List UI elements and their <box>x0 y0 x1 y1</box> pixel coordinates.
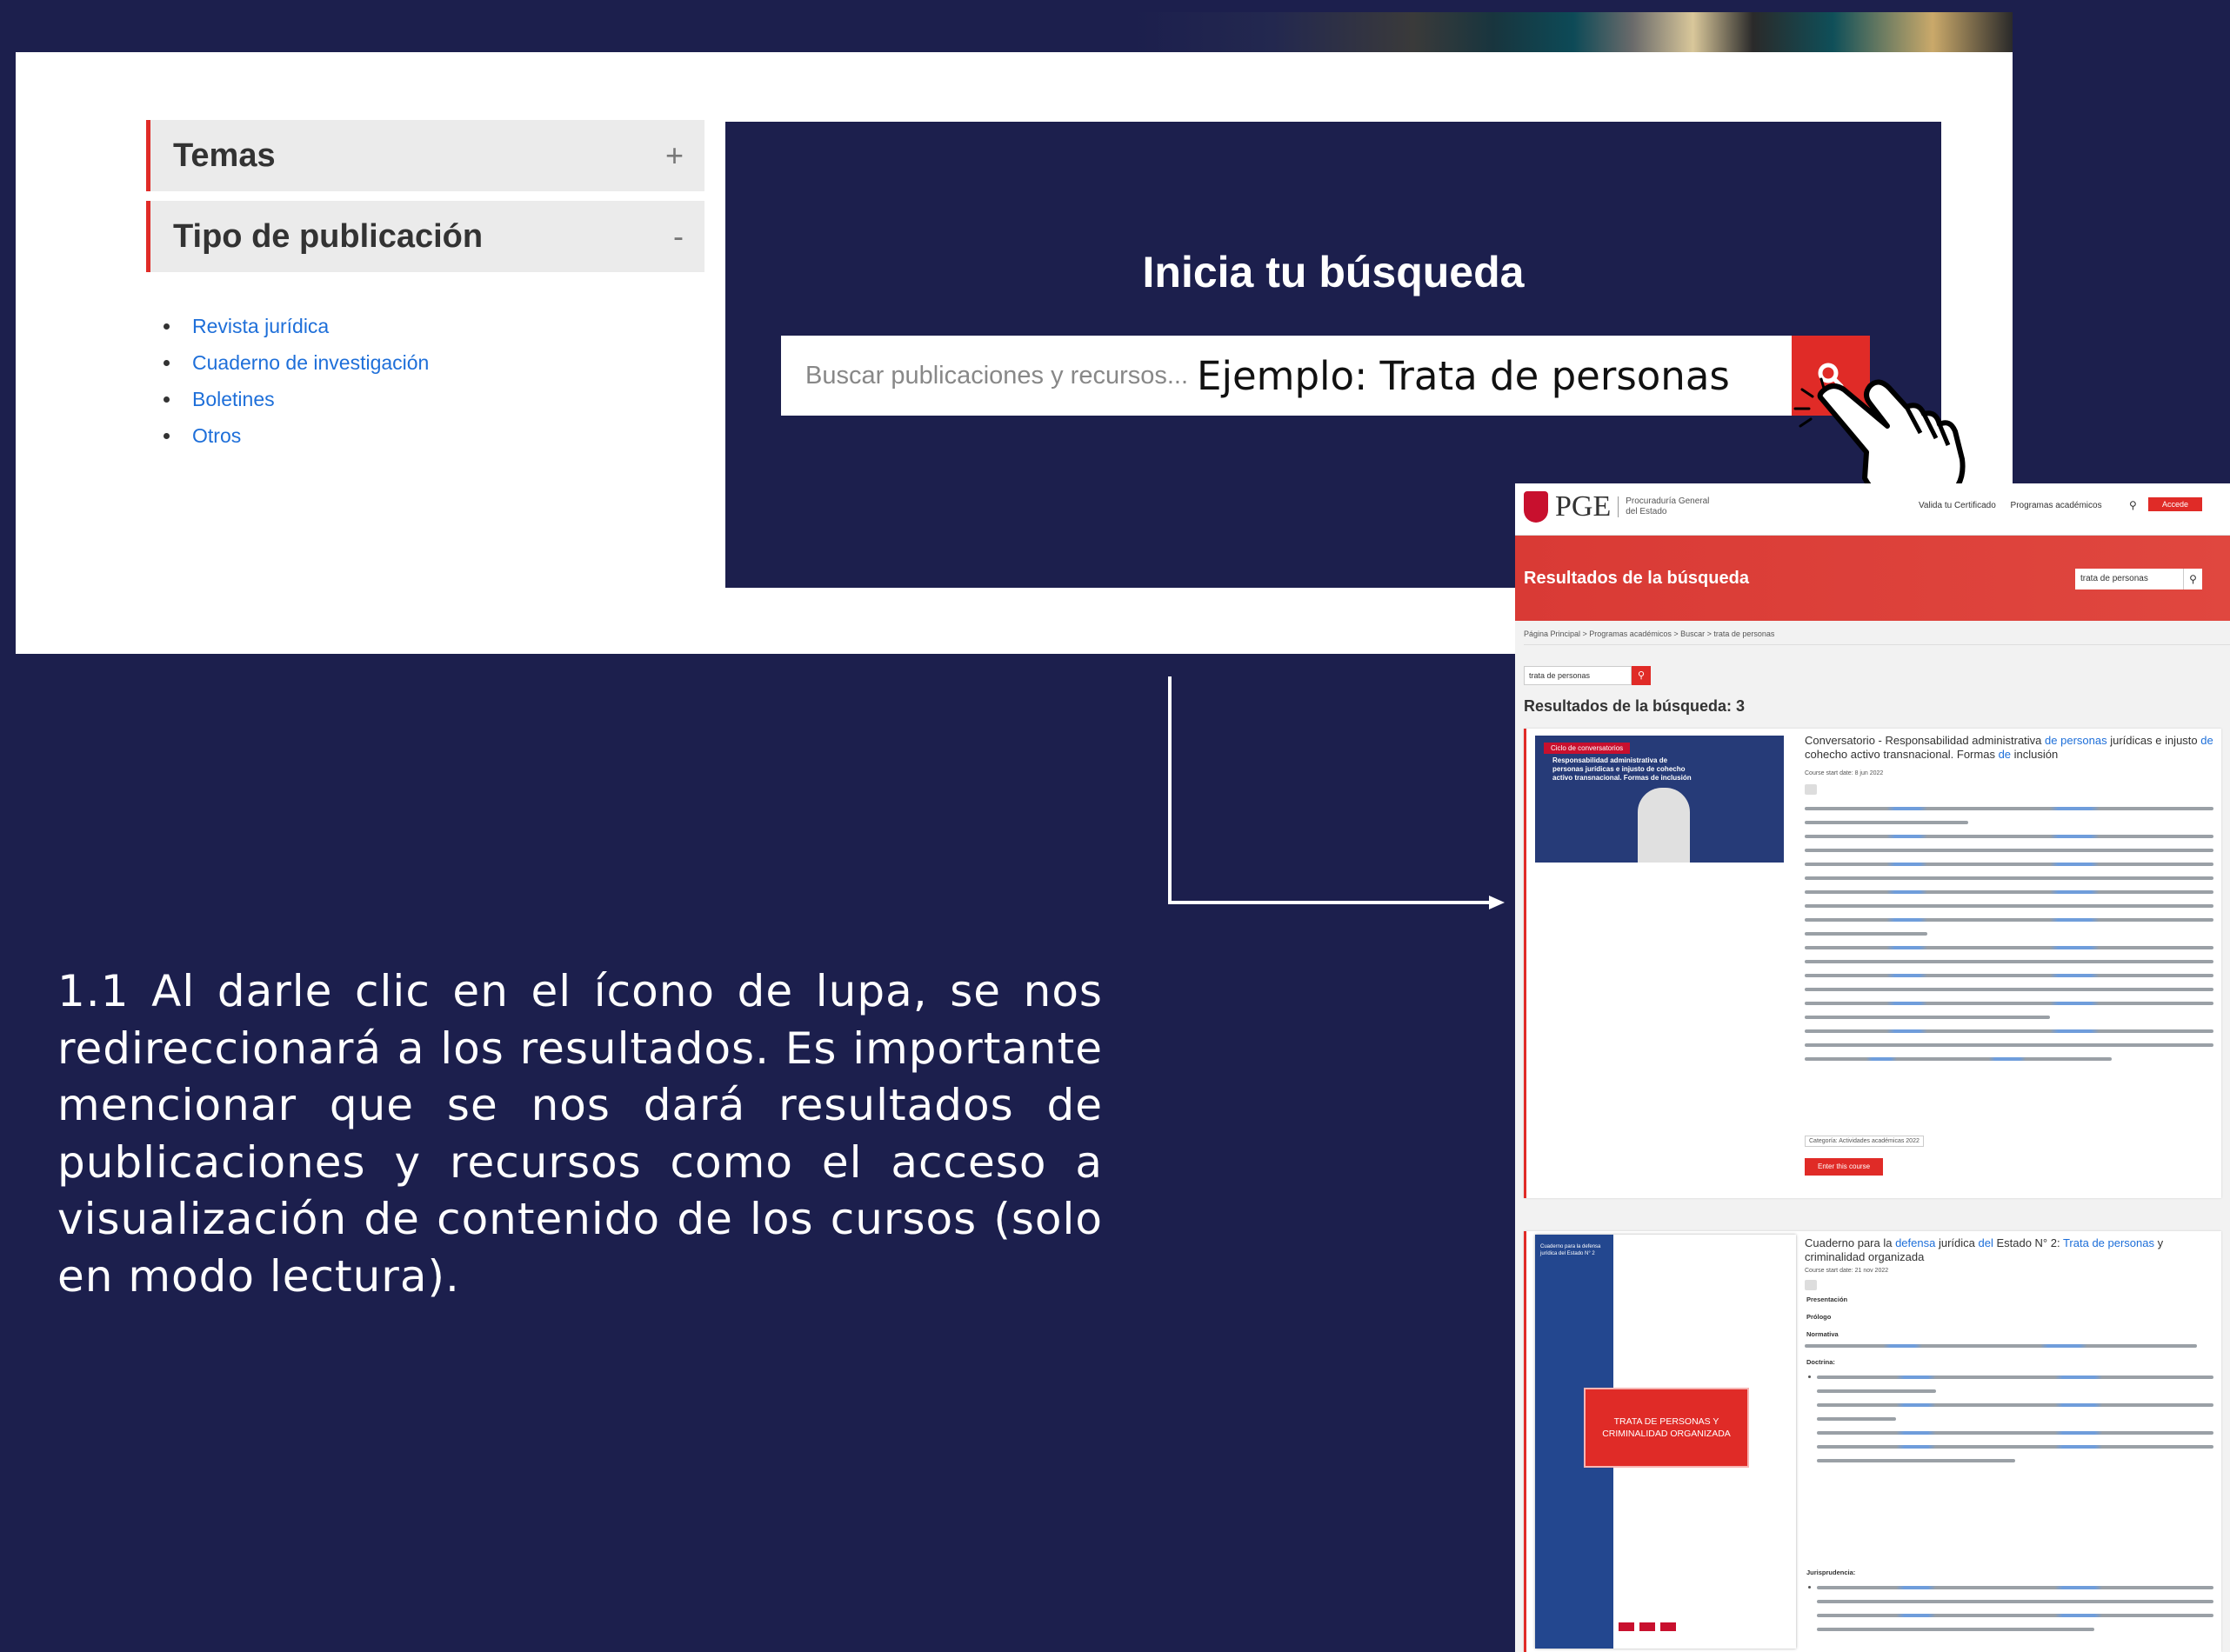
accordion-tipo-label: Tipo de publicación <box>173 217 484 255</box>
book-cover-title: TRATA DE PERSONAS Y CRIMINALIDAD ORGANIZ… <box>1584 1388 1749 1468</box>
banner-search-button[interactable]: ⚲ <box>2183 569 2202 590</box>
results-banner: Resultados de la búsqueda trata de perso… <box>1515 536 2230 621</box>
banner-title: Resultados de la búsqueda <box>1524 569 1749 588</box>
publication-type-link[interactable]: Cuaderno de investigación <box>164 344 429 381</box>
publication-type-list: Revista jurídica Cuaderno de investigaci… <box>164 308 429 454</box>
jurisprudencia-list <box>1808 1586 2213 1642</box>
section-label: Jurisprudencia: <box>1806 1569 1856 1576</box>
accordion-tipo-publicacion[interactable]: Tipo de publicación - <box>146 201 704 272</box>
enter-course-button[interactable]: Enter this course <box>1805 1158 1883 1176</box>
search-placeholder: Buscar publicaciones y recursos... <box>805 361 1189 390</box>
course-date: Course start date: 8 jun 2022 <box>1805 770 1884 776</box>
section-label: Doctrina: <box>1806 1358 1835 1366</box>
result-title[interactable]: Conversatorio - Responsabilidad administ… <box>1805 734 2213 762</box>
redirect-arrow <box>1168 676 1505 909</box>
logo-subtitle: Procuraduría General del Estado <box>1618 496 1713 517</box>
title-text: Estado N° 2: <box>1993 1236 2063 1249</box>
lock-icon <box>1805 1280 1817 1290</box>
results-header: PGE Procuraduría General del Estado Vali… <box>1515 483 2230 536</box>
result-title[interactable]: Cuaderno para la defensa jurídica del Es… <box>1805 1236 2213 1264</box>
collapse-minus-icon[interactable]: - <box>673 218 684 255</box>
course-thumbnail[interactable]: Ciclo de conversatorios Responsabilidad … <box>1535 736 1784 882</box>
book-footer-logos <box>1619 1617 1793 1636</box>
nav-valida-certificado[interactable]: Valida tu Certificado <box>1919 501 1996 510</box>
lock-icon <box>1805 784 1817 795</box>
accordion-temas[interactable]: Temas + <box>146 120 704 191</box>
pge-logo[interactable]: PGE Procuraduría General del Estado <box>1524 490 1713 523</box>
search-title: Inicia tu búsqueda <box>1142 248 1525 296</box>
banner-search-input[interactable]: trata de personas <box>2075 569 2183 590</box>
title-highlight: Trata de personas <box>2062 1236 2154 1249</box>
publication-type-link[interactable]: Revista jurídica <box>164 308 429 344</box>
expand-plus-icon[interactable]: + <box>665 137 684 174</box>
title-highlight: de <box>1998 748 2012 761</box>
accordion-temas-label: Temas <box>173 137 276 174</box>
thumbnail-title: Responsabilidad administrativa de person… <box>1552 756 1692 782</box>
title-text: cohecho activo transnacional. Formas <box>1805 748 1999 761</box>
results-search-input[interactable]: trata de personas <box>1524 666 1632 685</box>
publication-type-link[interactable]: Boletines <box>164 381 429 417</box>
nav-programas-academicos[interactable]: Programas académicos <box>2011 501 2102 510</box>
header-image-strip <box>16 12 2013 52</box>
title-highlight: de <box>2200 734 2213 747</box>
title-highlight: del <box>1978 1236 1993 1249</box>
title-highlight: defensa <box>1895 1236 1936 1249</box>
coat-of-arms-icon <box>1524 491 1548 523</box>
title-text: inclusión <box>2011 748 2059 761</box>
results-search-button[interactable]: ⚲ <box>1632 666 1651 685</box>
title-text: Conversatorio - Responsabilidad administ… <box>1805 734 2046 747</box>
result-card[interactable]: Ciclo de conversatorios Responsabilidad … <box>1524 729 2221 1198</box>
course-date: Course start date: 21 nov 2022 <box>1805 1268 1889 1274</box>
instruction-text: 1.1 Al darle clic en el ícono de lupa, s… <box>57 966 1103 1302</box>
title-text: Cuaderno para la <box>1805 1236 1896 1249</box>
section-label: Presentación <box>1806 1296 1848 1303</box>
thumbnail-tag: Ciclo de conversatorios <box>1544 743 1631 754</box>
course-description <box>1805 807 2213 1071</box>
title-text: jurídicas e injusto <box>2106 734 2201 747</box>
results-page-screenshot: PGE Procuraduría General del Estado Vali… <box>1515 483 2230 1652</box>
search-example-text: Ejemplo: Trata de personas <box>1197 352 1730 399</box>
breadcrumb[interactable]: Página Principal > Programas académicos … <box>1524 623 2230 645</box>
title-text: jurídica <box>1935 1236 1979 1249</box>
thumbnail-logos <box>1535 863 1784 882</box>
logo-brand: PGE <box>1555 490 1612 523</box>
section-text <box>1805 1344 2213 1358</box>
header-nav: Valida tu Certificado Programas académic… <box>1919 501 2114 510</box>
header-search-icon[interactable]: ⚲ <box>2129 499 2137 511</box>
title-highlight: de personas <box>2045 734 2107 747</box>
search-input[interactable]: Buscar publicaciones y recursos... Ejemp… <box>781 336 1792 416</box>
book-cover[interactable]: Cuaderno para la defensa jurídica del Es… <box>1535 1235 1796 1649</box>
login-button[interactable]: Accede <box>2148 497 2202 511</box>
book-spine-text: Cuaderno para la defensa jurídica del Es… <box>1540 1244 1601 1256</box>
doctrina-list <box>1808 1376 2213 1473</box>
section-label: Prólogo <box>1806 1313 1832 1321</box>
results-count: Resultados de la búsqueda: 3 <box>1524 697 1746 715</box>
speaker-photo <box>1638 788 1690 871</box>
section-label: Normativa <box>1806 1330 1839 1338</box>
course-category: Categoría: Actividades académicas 2022 <box>1805 1136 1924 1147</box>
result-card[interactable]: Cuaderno para la defensa jurídica del Es… <box>1524 1231 2221 1652</box>
publication-type-link[interactable]: Otros <box>164 417 429 454</box>
